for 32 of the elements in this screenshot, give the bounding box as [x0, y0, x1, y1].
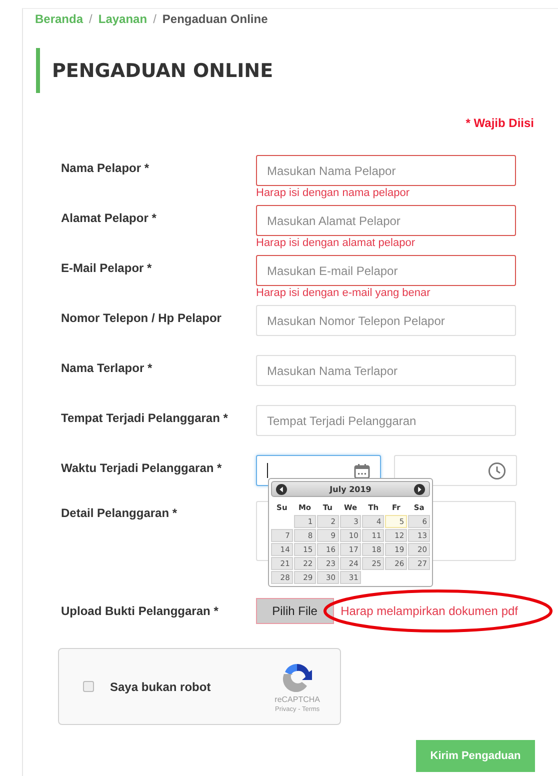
choose-file-button[interactable]: Pilih File — [256, 598, 334, 624]
input-field[interactable]: Masukan Nama Pelapor — [256, 155, 516, 186]
error-message: Harap isi dengan e-mail yang benar — [256, 287, 432, 299]
input-field[interactable]: Masukan Alamat Pelapor — [256, 205, 516, 236]
breadcrumb-current: Pengaduan Online — [162, 12, 268, 28]
calendar-icon — [354, 462, 370, 478]
page-title: PENGADUAN ONLINE — [52, 60, 274, 82]
field-label: Nama Pelapor * — [61, 160, 150, 175]
breadcrumb-separator: / — [89, 12, 92, 28]
recaptcha-label: reCAPTCHA — [274, 694, 320, 704]
field-label: Upload Bukti Pelanggaran * — [61, 603, 220, 618]
required-note: * Wajib Diisi — [466, 116, 534, 130]
checkbox-label: Saya bukan robot — [110, 680, 211, 694]
field-label: Detail Pelanggaran * — [61, 505, 178, 520]
breadcrumb-separator: / — [153, 12, 156, 28]
clock-icon — [488, 462, 506, 480]
input-field[interactable]: Masukan E-mail Pelapor — [256, 255, 516, 286]
field-label: Nama Terlapor * — [61, 360, 154, 375]
error-message: Harap isi dengan alamat pelapor — [256, 237, 416, 249]
next-icon[interactable] — [414, 484, 425, 494]
field-label: E-Mail Pelapor * — [61, 260, 153, 275]
checkbox[interactable] — [83, 681, 94, 692]
time-field[interactable] — [394, 455, 517, 486]
file-note: Harap melampirkan dokumen pdf — [340, 604, 518, 618]
month-title: July 2019 — [330, 484, 372, 494]
field-label: Tempat Terjadi Pelanggaran * — [61, 410, 229, 425]
error-message: Harap isi dengan nama pelapor — [256, 187, 410, 199]
field-label: Nomor Telepon / Hp Pelapor — [61, 310, 222, 325]
text-cursor — [267, 463, 268, 478]
field-label: Waktu Terjadi Pelanggaran * — [61, 460, 223, 475]
previous-icon[interactable] — [276, 484, 287, 494]
field-label: Alamat Pelapor * — [61, 210, 158, 225]
